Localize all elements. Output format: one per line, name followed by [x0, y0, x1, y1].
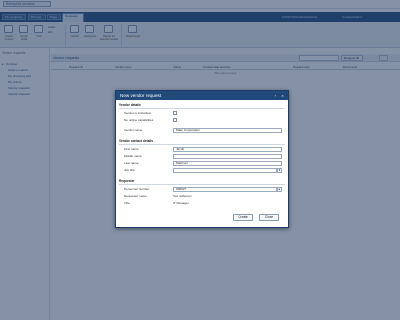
middle-name-field[interactable]: [173, 154, 282, 159]
job-title-field[interactable]: [173, 168, 277, 173]
personnel-lookup-icon[interactable]: ▸: [277, 187, 282, 192]
title-value: IT Manager: [173, 201, 189, 205]
last-name-label: Last name: [124, 161, 139, 165]
first-name-field[interactable]: Jacob: [173, 147, 282, 152]
vendor-name-field[interactable]: Mate Corporation: [173, 128, 282, 133]
no-online-capabilities-label: No online capabilities: [124, 118, 154, 122]
job-title-dropdown-icon[interactable]: ▾: [277, 168, 282, 173]
close-button[interactable]: Close: [259, 214, 279, 221]
section-vendor-details: Vendor details: [119, 103, 141, 107]
first-name-label: First name: [124, 147, 139, 151]
personnel-number-field[interactable]: 000027: [173, 187, 277, 192]
vendor-is-individual-checkbox[interactable]: [173, 111, 177, 115]
requester-name-value: Ted Jefferson: [173, 194, 192, 198]
new-vendor-request-dialog: New vendor request ▫ × Vendor details Ve…: [115, 90, 289, 228]
personnel-number-label: Personnel number: [124, 187, 150, 191]
last-name-field[interactable]: Martinez: [173, 161, 282, 166]
section-divider: [119, 184, 285, 185]
dialog-title-bar: New vendor request ▫ ×: [116, 91, 288, 100]
section-vendor-contact: Vendor contact details: [119, 139, 154, 143]
no-online-capabilities-checkbox[interactable]: [173, 118, 177, 122]
vendor-is-individual-label: Vendor is individual: [124, 111, 151, 115]
dialog-title: New vendor request: [120, 93, 162, 98]
create-button[interactable]: Create: [233, 214, 253, 221]
middle-name-label: Middle name: [124, 154, 142, 158]
vendor-name-label: Vendor name: [124, 128, 143, 132]
section-requester: Requester: [119, 179, 135, 183]
job-title-label: Job title: [124, 168, 135, 172]
title-label: Title: [124, 201, 130, 205]
close-icon[interactable]: ×: [280, 93, 285, 98]
section-divider: [119, 144, 285, 145]
maximize-icon[interactable]: ▫: [273, 93, 278, 98]
requester-name-label: Requester name: [124, 194, 147, 198]
section-divider: [119, 108, 285, 109]
